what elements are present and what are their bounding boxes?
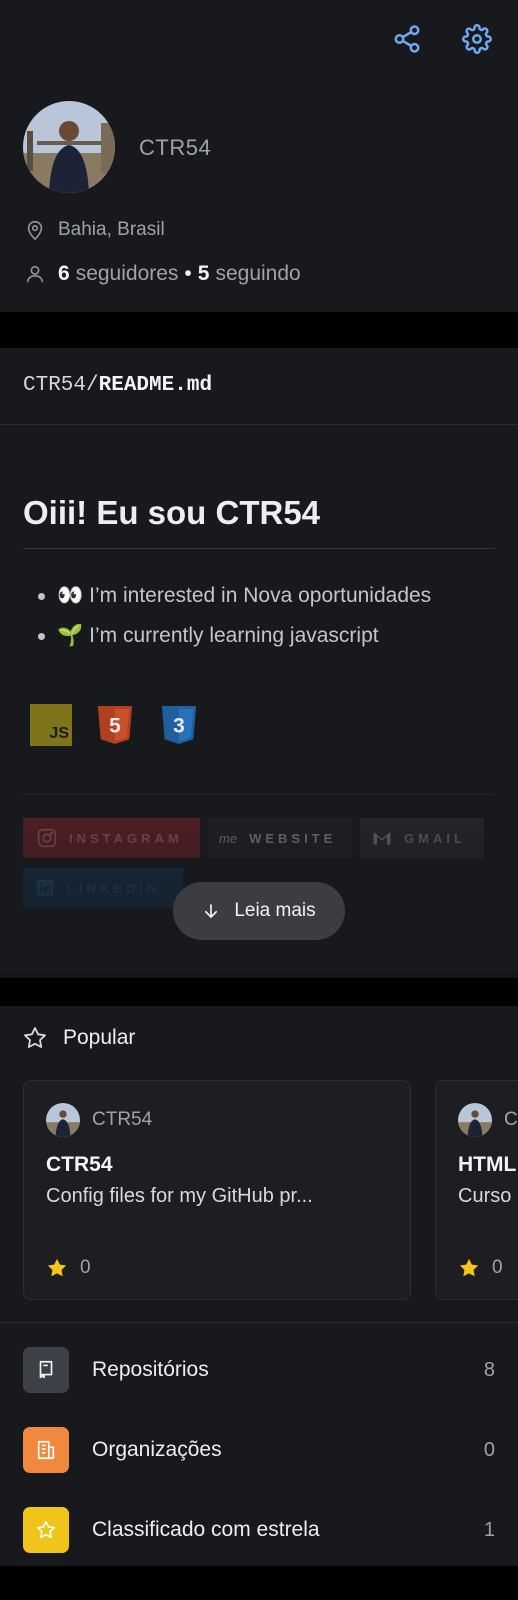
repo-name: HTML — [458, 1153, 517, 1176]
profile-section: CTR54 Bahia, Brasil 6 seguidores • 5 segui… — [0, 0, 518, 312]
instagram-badge-label: INSTAGRAM — [69, 830, 183, 846]
gmail-badge[interactable]: GMAIL — [360, 818, 484, 858]
repo-stars-count: 0 — [492, 1257, 503, 1278]
repo-stars-count: 0 — [80, 1257, 91, 1278]
instagram-badge[interactable]: INSTAGRAM — [23, 818, 200, 858]
gmail-badge-label: GMAIL — [404, 830, 466, 846]
website-me-icon: me — [219, 830, 238, 846]
readme-section: CTR54/README.md Oiii! Eu sou CTR54 👀 I’m … — [0, 348, 518, 978]
popular-title: Popular — [63, 1026, 136, 1049]
avatar[interactable] — [23, 101, 115, 193]
list-item-label: Repositórios — [92, 1358, 209, 1381]
tech-icons: JS 5 3 — [30, 704, 200, 746]
list-item-organizations[interactable]: Organizações 0 — [0, 1410, 518, 1490]
repo-owner: CTR54 — [458, 1103, 518, 1137]
seedling-emoji: 🌱 — [57, 624, 84, 647]
instagram-icon — [37, 828, 57, 848]
repo-owner-name: CTR54 — [92, 1109, 153, 1130]
popular-carousel[interactable]: CTR54 CTR54 Config files for my GitHub p… — [23, 1080, 518, 1300]
divider — [0, 1322, 518, 1323]
list-item-label: Classificado com estrela — [92, 1518, 320, 1541]
readme-path-owner: CTR54/ — [23, 374, 99, 397]
linkedin-badge[interactable]: LINKEDIN — [23, 868, 183, 908]
arrow-down-icon — [205, 904, 218, 918]
organization-icon — [23, 1427, 69, 1473]
popular-section: Popular CTR54 CTR54 Config files for my … — [0, 1006, 518, 1566]
list-item-text: I’m currently learning javascript — [89, 624, 379, 647]
website-badge[interactable]: me WEBSITE — [207, 818, 353, 858]
linkedin-icon — [36, 879, 54, 897]
read-more-label: Leia mais — [234, 900, 316, 921]
list-item-starred[interactable]: Classificado com estrela 1 — [0, 1490, 518, 1570]
list-item: 👀 I’m interested in Nova oportunidades — [38, 576, 431, 616]
readme-title: Oiii! Eu sou CTR54 — [23, 494, 321, 531]
follow-stats: 6 seguidores • 5 seguindo — [24, 262, 301, 286]
list-item-count: 8 — [483, 1358, 495, 1381]
popular-header: Popular — [23, 1026, 135, 1050]
list-item-text: I’m interested in Nova oportunidades — [89, 584, 432, 607]
repo-card[interactable]: CTR54 CTR54 Config files for my GitHub p… — [23, 1080, 411, 1300]
following-link[interactable]: 5 seguindo — [198, 262, 301, 286]
location: Bahia, Brasil — [24, 219, 165, 241]
settings-button[interactable] — [460, 22, 494, 56]
gmail-icon — [373, 832, 391, 845]
location-pin-icon — [27, 220, 43, 241]
following-count: 5 — [197, 262, 210, 285]
share-button[interactable] — [390, 22, 424, 56]
separator-dot: • — [184, 262, 192, 285]
css3-icon-label: 3 — [173, 715, 185, 738]
readme-header[interactable]: CTR54/README.md — [0, 348, 518, 425]
star-outline-icon — [24, 1027, 46, 1048]
repo-owner: CTR54 — [46, 1103, 152, 1137]
html5-icon-label: 5 — [109, 715, 121, 738]
location-text: Bahia, Brasil — [58, 219, 165, 240]
read-more-button[interactable]: Leia mais — [173, 882, 345, 940]
list-item-repositories[interactable]: Repositórios 8 — [0, 1330, 518, 1410]
person-icon — [26, 265, 44, 283]
eyes-emoji: 👀 — [57, 584, 84, 607]
star-icon — [47, 1258, 67, 1277]
javascript-icon: JS — [30, 704, 72, 746]
repo-description: Curso — [458, 1185, 512, 1207]
repo-icon — [23, 1347, 69, 1393]
divider — [23, 794, 495, 795]
share-icon — [394, 25, 420, 53]
gear-icon — [462, 24, 492, 54]
star-icon — [23, 1507, 69, 1553]
website-badge-label: WEBSITE — [249, 830, 337, 846]
repo-name: CTR54 — [46, 1153, 113, 1176]
repo-stars: 0 — [46, 1257, 91, 1279]
username: CTR54 — [139, 135, 212, 160]
avatar — [46, 1103, 80, 1137]
avatar — [458, 1103, 492, 1137]
repo-card[interactable]: CTR54 HTML Curso 0 — [435, 1080, 518, 1300]
css3-icon: 3 — [158, 704, 200, 746]
readme-list: 👀 I’m interested in Nova oportunidades 🌱 I… — [38, 576, 431, 656]
html5-icon: 5 — [94, 704, 136, 746]
linkedin-badge-label: LINKEDIN — [67, 880, 161, 896]
followers-link[interactable]: 6 seguidores — [58, 262, 178, 286]
repo-description: Config files for my GitHub pr... — [46, 1185, 313, 1207]
list-item: 🌱 I’m currently learning javascript — [38, 616, 431, 656]
repo-stars: 0 — [458, 1257, 503, 1279]
repo-owner-name: CTR54 — [504, 1109, 518, 1130]
star-icon — [459, 1258, 479, 1277]
list-item-count: 1 — [483, 1518, 495, 1541]
readme-path: CTR54/README.md — [23, 374, 212, 397]
followers-count: 6 — [58, 262, 70, 285]
divider — [23, 548, 495, 549]
following-label: seguindo — [215, 262, 301, 285]
list-item-count: 0 — [483, 1438, 495, 1461]
followers-label: seguidores — [75, 262, 179, 285]
list-item-label: Organizações — [92, 1438, 222, 1461]
readme-path-file: README.md — [98, 374, 213, 397]
